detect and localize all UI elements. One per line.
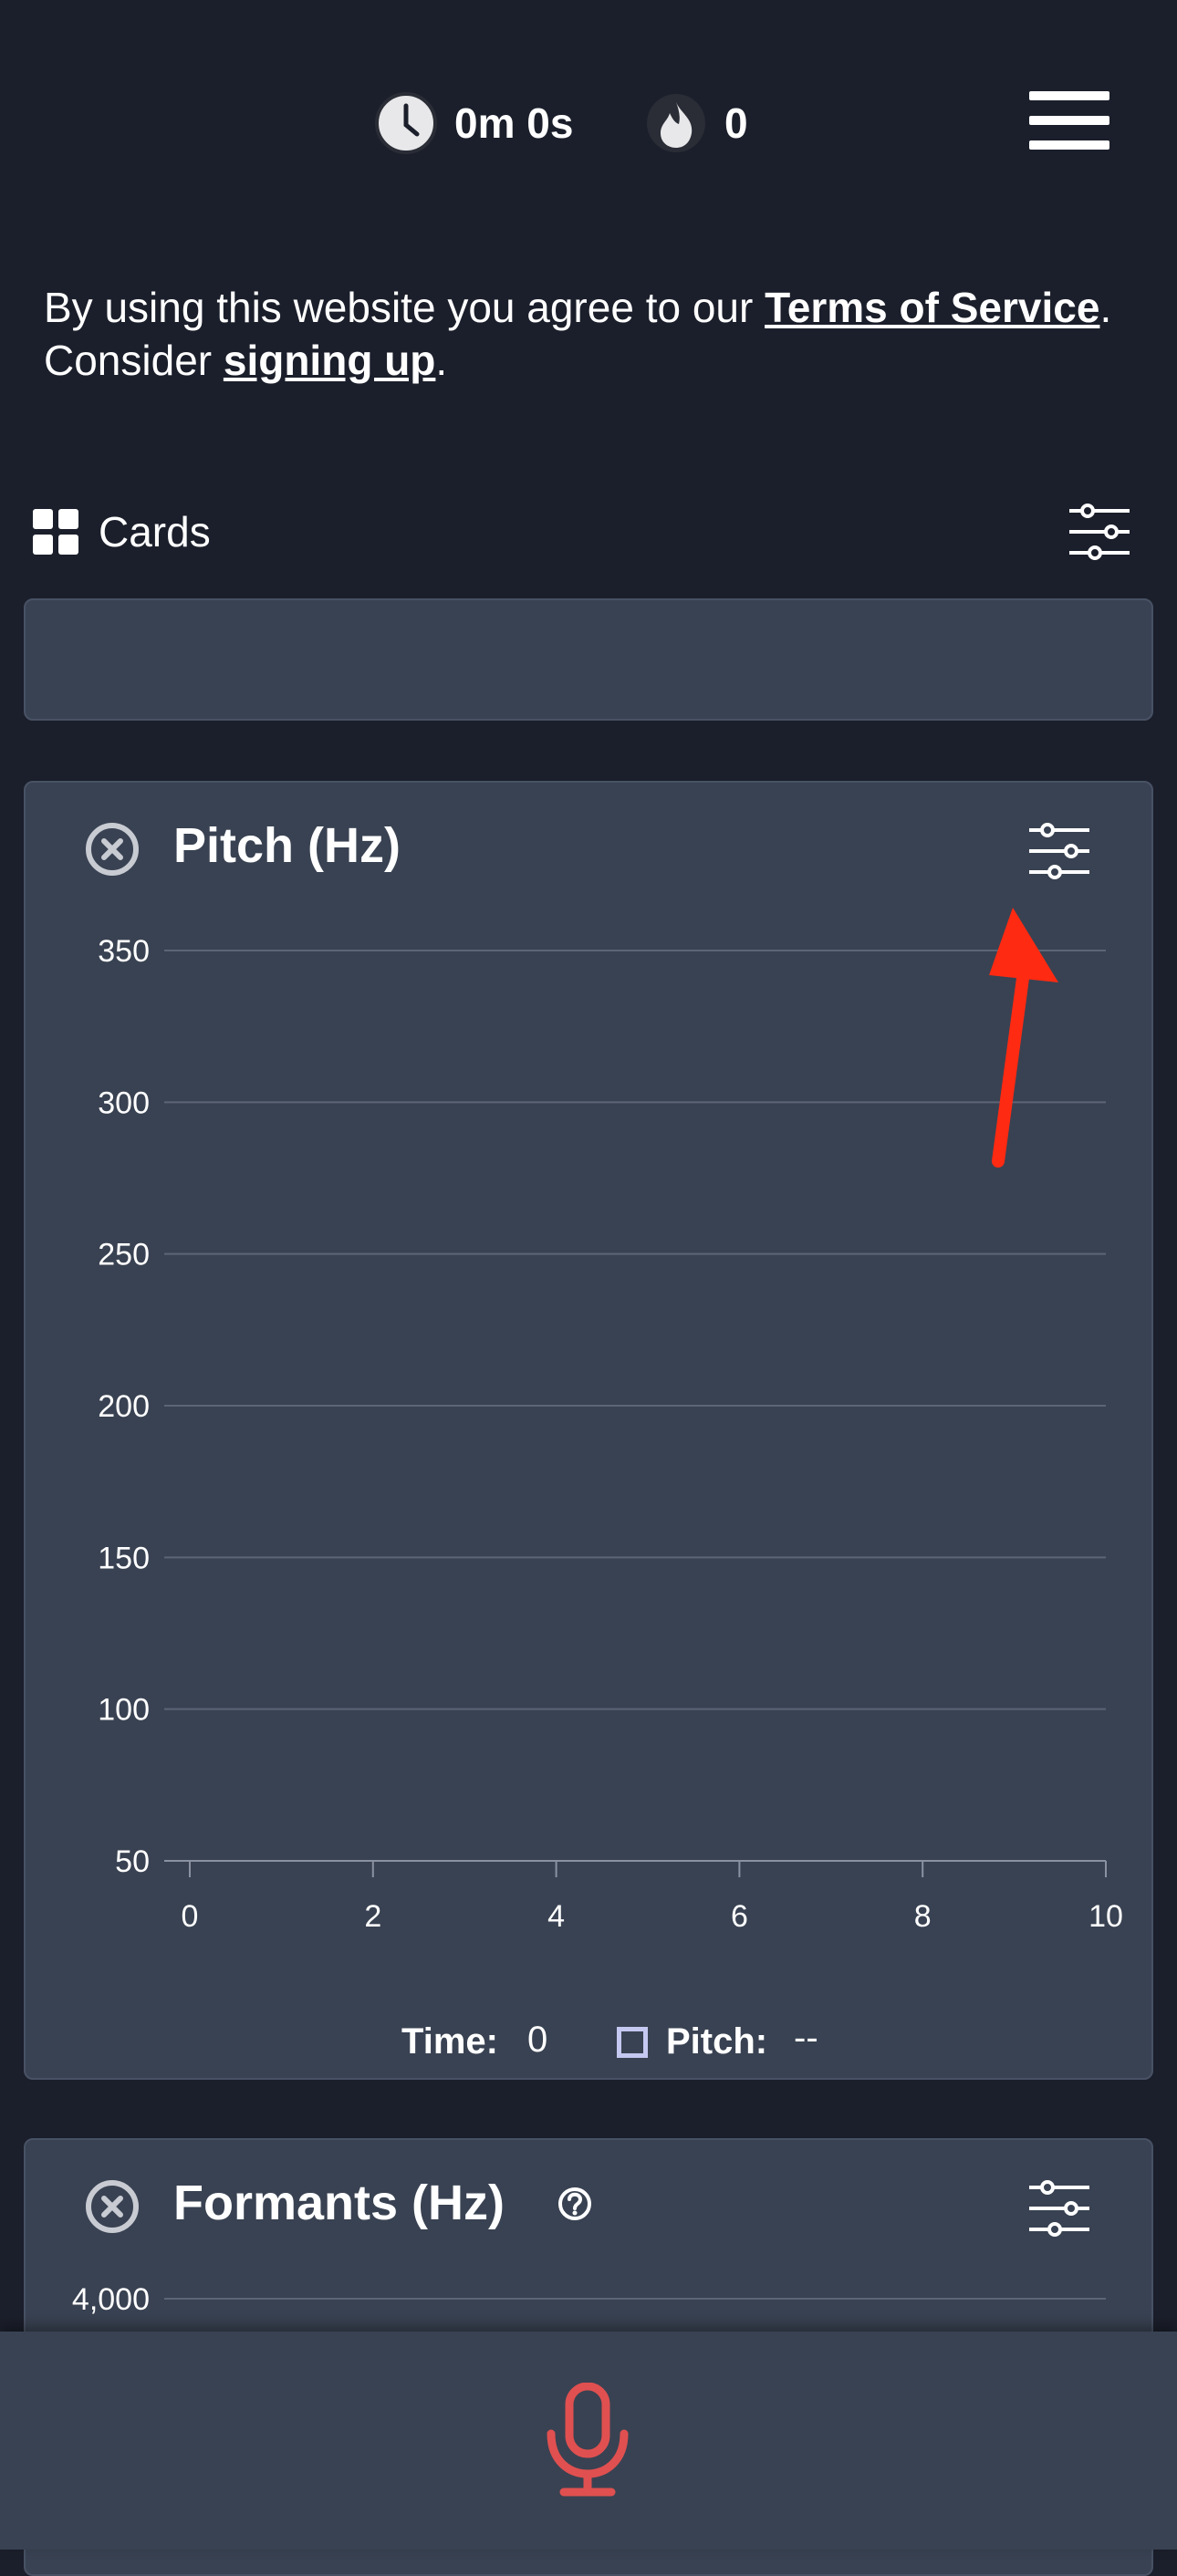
x-tick-label: 10 [1088,1899,1123,1934]
y-tick-label: 350 [98,934,150,969]
microphone-icon[interactable] [544,2383,631,2498]
cards-label: Cards [99,508,211,556]
pitch-legend: Time: 0 Pitch: -- [26,2016,1155,2071]
streak-counter: 0 [644,87,748,160]
pitch-legend-checkbox[interactable] [617,2027,648,2058]
menu-bar [1029,140,1109,150]
menu-bar [1029,116,1109,125]
pitch-value: -- [794,2018,818,2058]
hamburger-menu-icon[interactable] [1029,91,1109,150]
notice-prefix: By using this website you agree to our [44,284,766,331]
practice-time: 0m 0s [374,87,573,160]
sign-up-link[interactable]: signing up [224,337,436,384]
terms-notice: By using this website you agree to our T… [44,281,1120,387]
clock-icon [375,92,437,154]
formants-chart: 4,000 [72,2282,1106,2317]
x-tick-label: 4 [547,1899,565,1934]
y-tick-label: 250 [98,1238,150,1272]
x-tick-label: 2 [364,1899,381,1934]
grid-icon [33,509,78,555]
y-tick-label: 200 [98,1389,150,1424]
empty-card-placeholder [24,598,1153,721]
cards-section-header: Cards [33,502,1128,562]
x-tick-label: 0 [182,1899,199,1934]
y-tick-label: 100 [98,1693,150,1728]
y-tick-label: 4,000 [72,2282,150,2317]
x-tick-label: 8 [914,1899,932,1934]
y-tick-label: 300 [98,1085,150,1120]
time-label: Time: [401,2021,498,2062]
menu-bar [1029,91,1109,100]
flame-icon [647,94,705,152]
time-value: 0 [527,2020,548,2060]
red-arrow-annotation [989,908,1058,1168]
x-tick-label: 6 [731,1899,748,1934]
streak-value: 0 [724,99,748,147]
waveform-logo-icon[interactable] [51,51,188,188]
notice-suffix: . [435,337,448,384]
y-tick-label: 50 [115,1844,150,1879]
top-header: 0m 0s 0 [0,0,1177,246]
pitch-label: Pitch: [666,2021,768,2062]
cards-settings-sliders-icon[interactable] [1068,502,1131,562]
terms-of-service-link[interactable]: Terms of Service [765,284,1099,331]
time-value: 0m 0s [454,99,574,147]
y-tick-label: 150 [98,1541,150,1575]
